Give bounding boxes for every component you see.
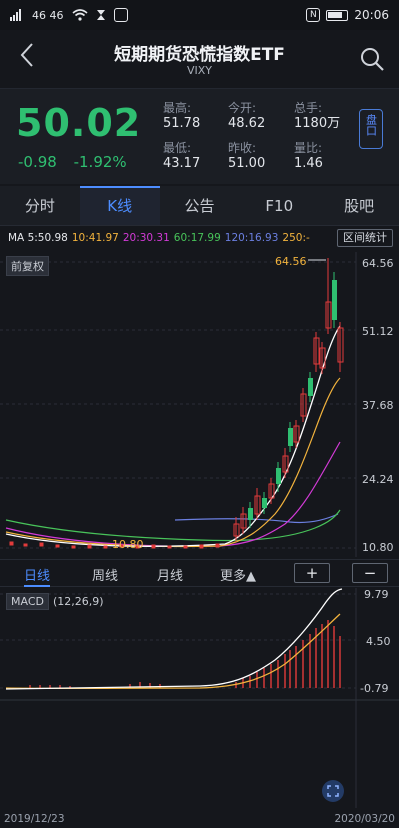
signal-icon bbox=[10, 9, 21, 21]
stat-label: 今开: bbox=[228, 101, 257, 115]
tab-announcements[interactable]: 公告 bbox=[160, 186, 240, 225]
stat-open: 今开: 48.62 bbox=[228, 101, 265, 131]
macd-y-tick: -0.79 bbox=[360, 682, 388, 695]
range-stat-button[interactable]: 区间统计 bbox=[337, 229, 393, 247]
stat-volume-ratio: 量比: 1.46 bbox=[294, 141, 323, 171]
period-daily[interactable]: 日线 bbox=[24, 565, 51, 587]
macd-y-axis: 9.79 4.50 -0.79 bbox=[360, 588, 391, 695]
stat-label: 昨收: bbox=[228, 141, 257, 155]
start-date: 2019/12/23 bbox=[4, 813, 65, 825]
tab-forum[interactable]: 股吧 bbox=[319, 186, 399, 225]
nfc-icon: N bbox=[306, 8, 321, 22]
y-tick: 64.56 bbox=[362, 257, 394, 270]
macd-indicator-button[interactable]: MACD bbox=[6, 593, 49, 610]
macd-histogram bbox=[29, 620, 341, 688]
wifi-icon bbox=[71, 9, 88, 21]
kline-chart[interactable]: 64.56 10.80 64.56 51.12 37.68 24.24 10.8… bbox=[0, 252, 399, 557]
status-left: 46 46 bbox=[10, 8, 128, 22]
period-weekly[interactable]: 周线 bbox=[92, 565, 118, 584]
macd-legend: MACD (12,26,9) bbox=[6, 593, 104, 610]
y-tick: 37.68 bbox=[362, 399, 394, 412]
low-price-label: 10.80 bbox=[112, 538, 144, 551]
stat-label: 量比: bbox=[294, 141, 323, 155]
alarm-icon bbox=[96, 10, 105, 20]
tab-kline[interactable]: K线 bbox=[79, 186, 160, 225]
status-bar: 46 46 N 20:06 bbox=[0, 0, 399, 30]
ma20-value: 20:30.31 bbox=[122, 232, 170, 244]
macd-y-tick: 4.50 bbox=[366, 635, 391, 648]
tab-intraday[interactable]: 分时 bbox=[0, 186, 80, 225]
ma10-line bbox=[5, 377, 341, 548]
ma10-value: 10:41.97 bbox=[71, 232, 119, 244]
y-tick: 24.24 bbox=[362, 473, 394, 486]
stat-value: 51.78 bbox=[163, 116, 201, 131]
last-price: 50.02 bbox=[16, 101, 142, 145]
page-title: 短期期货恐慌指数ETF bbox=[114, 45, 285, 65]
end-date: 2020/03/20 bbox=[334, 813, 395, 825]
y-axis: 64.56 51.12 37.68 24.24 10.80 bbox=[362, 257, 394, 554]
ma20-line bbox=[5, 441, 341, 547]
y-tick: 51.12 bbox=[362, 325, 394, 338]
stat-label: 最低: bbox=[163, 141, 192, 155]
tab-f10[interactable]: F10 bbox=[239, 186, 319, 225]
macd-params: (12,26,9) bbox=[52, 595, 104, 608]
adjust-mode-button[interactable]: 前复权 bbox=[6, 256, 49, 276]
macd-chart[interactable]: 9.79 4.50 -0.79 bbox=[0, 588, 399, 808]
stat-value: 51.00 bbox=[228, 156, 266, 171]
expand-icon bbox=[327, 785, 339, 797]
candles bbox=[9, 258, 344, 549]
battery-icon bbox=[326, 9, 349, 21]
pankou-label: 盘口 bbox=[364, 114, 378, 136]
ma60-line bbox=[5, 509, 341, 542]
ma5-value: MA 5:50.98 bbox=[8, 232, 68, 244]
change-percent: -1.92% bbox=[73, 153, 127, 171]
stat-high: 最高: 51.78 bbox=[163, 101, 200, 131]
title-bar: 短期期货恐慌指数ETF VIXY bbox=[0, 30, 399, 88]
change-value: -0.98 bbox=[18, 153, 57, 171]
zoom-out-button[interactable]: − bbox=[352, 563, 388, 583]
period-monthly[interactable]: 月线 bbox=[157, 565, 183, 584]
app-icon bbox=[113, 8, 128, 22]
stock-code: VIXY bbox=[186, 64, 213, 77]
status-time: 20:06 bbox=[354, 8, 389, 22]
stat-label: 总手: bbox=[294, 101, 323, 115]
period-more[interactable]: 更多▲ bbox=[220, 565, 256, 584]
y-tick: 10.80 bbox=[362, 541, 394, 554]
signal-text: 46 46 bbox=[32, 8, 64, 22]
stat-volume: 总手: 1180万 bbox=[294, 101, 340, 131]
zoom-in-button[interactable]: + bbox=[294, 563, 330, 583]
search-button[interactable] bbox=[359, 46, 385, 72]
stat-value: 48.62 bbox=[228, 116, 266, 131]
stat-value: 1.46 bbox=[294, 156, 323, 171]
high-price-label: 64.56 bbox=[275, 255, 307, 268]
ma250-value: 250:- bbox=[282, 232, 310, 244]
status-right: N 20:06 bbox=[306, 8, 389, 22]
pankou-button[interactable]: 盘口 bbox=[359, 109, 383, 149]
tab-bar: 分时 K线 公告 F10 股吧 bbox=[0, 186, 399, 226]
stat-low: 最低: 43.17 bbox=[163, 141, 200, 171]
period-bar: 日线 周线 月线 更多▲ + − bbox=[0, 559, 399, 587]
search-icon bbox=[361, 48, 384, 71]
stat-value: 43.17 bbox=[163, 156, 201, 171]
macd-y-tick: 9.79 bbox=[364, 588, 389, 601]
fullscreen-button[interactable] bbox=[322, 780, 344, 802]
stat-value: 1180万 bbox=[294, 116, 341, 131]
ma60-value: 60:17.99 bbox=[173, 232, 221, 244]
stat-prev-close: 昨收: 51.00 bbox=[228, 141, 265, 171]
quote-panel: 50.02 -0.98 -1.92% 最高: 51.78 今开: 48.62 总… bbox=[0, 88, 399, 184]
ma120-value: 120:16.93 bbox=[224, 232, 279, 244]
stat-label: 最高: bbox=[163, 101, 192, 115]
price-change: -0.98 -1.92% bbox=[18, 153, 127, 171]
date-axis: 2019/12/23 2020/03/20 bbox=[0, 810, 399, 828]
